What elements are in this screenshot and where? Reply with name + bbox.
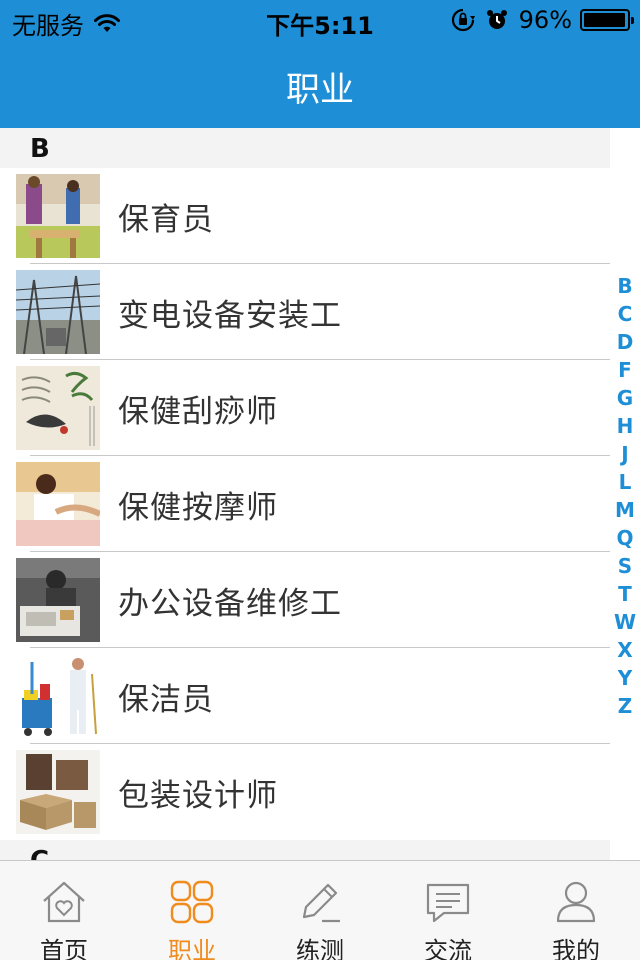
occupation-thumbnail bbox=[16, 654, 100, 738]
house-heart-icon bbox=[43, 881, 85, 923]
section-letter: C bbox=[30, 846, 49, 860]
index-letter-l[interactable]: L bbox=[612, 468, 638, 496]
index-letter-h[interactable]: H bbox=[612, 412, 638, 440]
index-letter-z[interactable]: Z bbox=[612, 692, 638, 720]
list-item[interactable]: 保健刮痧师 bbox=[0, 360, 610, 456]
rotation-lock-icon bbox=[451, 8, 475, 32]
section-header-b: B bbox=[0, 128, 610, 168]
index-letter-x[interactable]: X bbox=[612, 636, 638, 664]
index-letter-y[interactable]: Y bbox=[612, 664, 638, 692]
occupation-thumbnail bbox=[16, 366, 100, 450]
occupation-name: 保育员 bbox=[118, 202, 214, 238]
index-letter-t[interactable]: T bbox=[612, 580, 638, 608]
tab-profile[interactable]: 我的 bbox=[512, 861, 640, 960]
index-letter-m[interactable]: M bbox=[612, 496, 638, 524]
tab-label: 首页 bbox=[40, 937, 88, 960]
occupation-name: 办公设备维修工 bbox=[118, 586, 342, 622]
occupation-thumbnail bbox=[16, 558, 100, 642]
occupation-list[interactable]: B 保育员 变电设备安装工 保健刮痧师 保健按摩师 办公设备维修工 保洁员 包装… bbox=[0, 128, 640, 860]
index-letter-c[interactable]: C bbox=[612, 300, 638, 328]
tab-label: 职业 bbox=[168, 937, 216, 960]
alphabet-index[interactable]: BCDFGHJLMQSTWXYZ bbox=[612, 272, 638, 720]
chat-icon bbox=[426, 883, 470, 923]
list-item[interactable]: 保育员 bbox=[0, 168, 610, 264]
list-item[interactable]: 保洁员 bbox=[0, 648, 610, 744]
index-letter-j[interactable]: J bbox=[612, 440, 638, 468]
occupation-thumbnail bbox=[16, 270, 100, 354]
occupation-name: 变电设备安装工 bbox=[118, 298, 342, 334]
list-item[interactable]: 变电设备安装工 bbox=[0, 264, 610, 360]
occupation-name: 保健按摩师 bbox=[118, 490, 278, 526]
occupation-thumbnail bbox=[16, 750, 100, 834]
page-title: 职业 bbox=[286, 70, 354, 110]
section-header-c: C bbox=[0, 840, 610, 860]
tab-practice[interactable]: 练测 bbox=[256, 861, 384, 960]
tab-label: 练测 bbox=[296, 937, 344, 960]
pencil-icon bbox=[302, 883, 340, 923]
list-item[interactable]: 保健按摩师 bbox=[0, 456, 610, 552]
tab-bar: 首页 职业 练测 交流 我的 bbox=[0, 860, 640, 960]
status-bar: 无服务 下午5:11 96% bbox=[0, 0, 640, 40]
list-item[interactable]: 包装设计师 bbox=[0, 744, 610, 840]
index-letter-w[interactable]: W bbox=[612, 608, 638, 636]
alarm-clock-icon bbox=[486, 10, 507, 29]
battery-icon bbox=[580, 9, 634, 31]
occupation-thumbnail bbox=[16, 174, 100, 258]
battery-fill bbox=[584, 13, 625, 27]
tab-label: 我的 bbox=[552, 937, 600, 960]
tab-home[interactable]: 首页 bbox=[0, 861, 128, 960]
occupation-name: 保健刮痧师 bbox=[118, 394, 278, 430]
tab-occupation[interactable]: 职业 bbox=[128, 861, 256, 960]
occupation-thumbnail bbox=[16, 462, 100, 546]
grid-icon bbox=[170, 880, 214, 924]
list-item[interactable]: 办公设备维修工 bbox=[0, 552, 610, 648]
occupation-name: 包装设计师 bbox=[118, 778, 278, 814]
tab-label: 交流 bbox=[424, 937, 472, 960]
occupation-name: 保洁员 bbox=[118, 682, 214, 718]
battery-percent: 96% bbox=[518, 6, 572, 34]
index-letter-s[interactable]: S bbox=[612, 552, 638, 580]
status-right: 96% bbox=[451, 6, 634, 34]
index-letter-d[interactable]: D bbox=[612, 328, 638, 356]
index-letter-g[interactable]: G bbox=[612, 384, 638, 412]
app-header: 无服务 下午5:11 96% 职业 bbox=[0, 0, 640, 128]
index-letter-q[interactable]: Q bbox=[612, 524, 638, 552]
index-letter-b[interactable]: B bbox=[612, 272, 638, 300]
index-letter-f[interactable]: F bbox=[612, 356, 638, 384]
section-letter: B bbox=[30, 134, 50, 164]
person-icon bbox=[556, 881, 596, 923]
tab-community[interactable]: 交流 bbox=[384, 861, 512, 960]
